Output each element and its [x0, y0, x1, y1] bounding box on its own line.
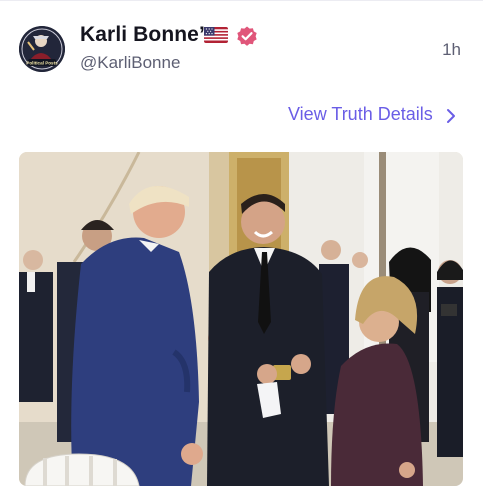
post-photo[interactable]	[19, 152, 463, 486]
chevron-right-icon[interactable]	[445, 108, 457, 124]
author-display-name[interactable]: Karli Bonne’	[80, 23, 205, 47]
us-flag-icon	[204, 27, 228, 43]
post-card: Political Posts Karli Bonne’ @KarliBonne…	[0, 0, 483, 500]
post-timestamp: 1h	[442, 40, 461, 59]
avatar-caption: Political Posts	[26, 61, 58, 66]
author-handle[interactable]: @KarliBonne	[80, 53, 180, 73]
author-avatar[interactable]: Political Posts	[19, 26, 65, 72]
verified-badge-icon	[237, 26, 257, 46]
avatar-image: Political Posts	[19, 26, 65, 72]
view-details-link[interactable]: View Truth Details	[288, 104, 433, 125]
photo-illustration	[19, 152, 463, 486]
